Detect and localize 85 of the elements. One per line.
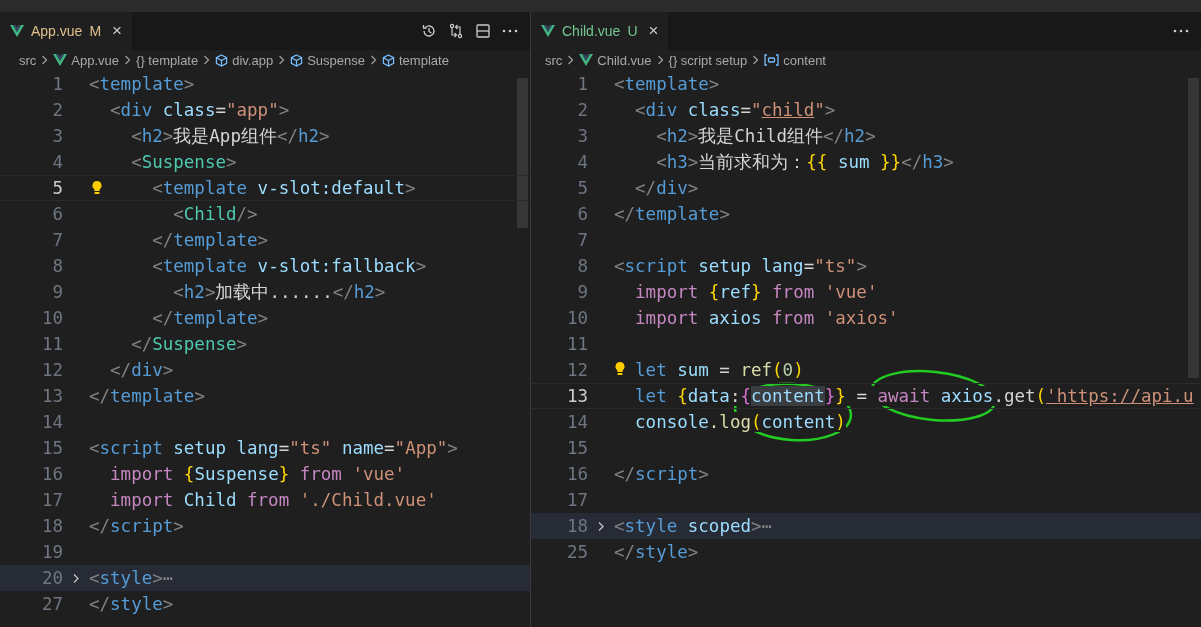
line-number: 12 [565,360,588,380]
line-number: 11 [565,334,588,354]
more-icon[interactable] [502,29,518,33]
line-number: 25 [565,542,588,562]
cube-icon [382,53,395,67]
vue-logo-icon [579,54,594,66]
chevron-right-icon [278,55,286,65]
line-number: 5 [51,178,63,198]
breadcrumb-item[interactable]: src [19,52,37,68]
editor-tab[interactable]: App.vue M × [0,12,132,50]
line-number: 6 [576,204,588,224]
chevron-right-icon [41,55,49,65]
line-number: 10 [565,308,588,328]
chevron-right-icon [656,55,664,65]
close-button[interactable]: × [648,21,659,41]
breadcrumb-item[interactable]: div.app [215,52,274,68]
line-number: 17 [565,490,588,510]
tab-label[interactable]: Child.vue [562,23,621,39]
line-number: 1 [576,74,588,94]
line-number: 15 [565,438,588,458]
line-number: 7 [51,230,63,250]
line-number: 20 [40,568,63,588]
close-button[interactable]: × [112,21,122,41]
line-number: 10 [40,308,63,328]
line-number: 19 [40,542,63,562]
line-number: 4 [51,152,63,172]
line-number: 16 [40,464,63,484]
line-number: 2 [51,100,63,120]
line-number: 13 [40,386,63,406]
line-number: 3 [576,126,588,146]
line-number: 16 [565,464,588,484]
tab-label[interactable]: App.vue [31,23,83,39]
line-number: 9 [51,282,63,302]
vue-logo-icon [53,54,68,66]
breadcrumb-item[interactable]: template [382,52,449,68]
git-status: U [627,23,638,39]
vue-logo-icon [10,25,24,37]
chevron-right-icon [567,55,575,65]
fold-chevron-icon[interactable] [597,520,605,532]
cube-icon [290,53,304,67]
breadcrumb-item[interactable]: {} template [136,52,199,68]
line-number: 27 [40,594,63,614]
line-number: 15 [40,438,63,458]
code-line: <style scoped>⋯ [614,516,773,536]
line-number: 3 [51,126,63,146]
line-number: 14 [565,412,588,432]
line-number: 7 [576,230,588,250]
chevron-right-icon [203,55,211,65]
chevron-right-icon [370,55,377,65]
line-number: 13 [565,386,588,406]
line-number: 2 [576,100,588,120]
chevron-right-icon [752,55,760,65]
chevron-right-icon [124,55,132,65]
line-number: 9 [576,282,588,302]
line-number: 8 [576,256,588,276]
line-number: 14 [40,412,63,432]
code-line: <style>⋯ [89,568,174,588]
breadcrumb-item[interactable]: {} script setup [668,52,748,68]
editor-tab[interactable]: Child.vue U × [531,12,669,50]
line-number: 11 [40,334,63,354]
line-number: 8 [51,256,63,276]
breadcrumb-item[interactable]: Suspense [290,52,365,68]
line-number: 4 [576,152,588,172]
line-number: 18 [565,516,588,536]
breadcrumb-item[interactable]: Child.vue [579,52,652,68]
line-number: 18 [40,516,63,536]
line-number: 5 [576,178,588,198]
vue-logo-icon [541,25,555,37]
breadcrumb-item[interactable]: content [764,52,826,68]
line-number: 1 [51,74,63,94]
split-editor-icon[interactable] [475,23,491,39]
git-status: M [89,23,102,39]
lightbulb-icon[interactable] [614,361,626,376]
variable-icon [764,54,780,66]
lightbulb-icon[interactable] [91,180,103,195]
breadcrumb-item[interactable]: App.vue [53,52,120,68]
history-icon[interactable] [421,23,437,39]
cube-icon [215,53,229,67]
line-number: 6 [51,204,63,224]
fold-chevron-icon[interactable] [72,572,80,584]
line-number: 12 [40,360,63,380]
breadcrumb-item[interactable]: src [545,52,563,68]
line-number: 17 [40,490,63,510]
compare-changes-icon[interactable] [448,23,464,39]
more-icon[interactable] [1173,29,1189,33]
